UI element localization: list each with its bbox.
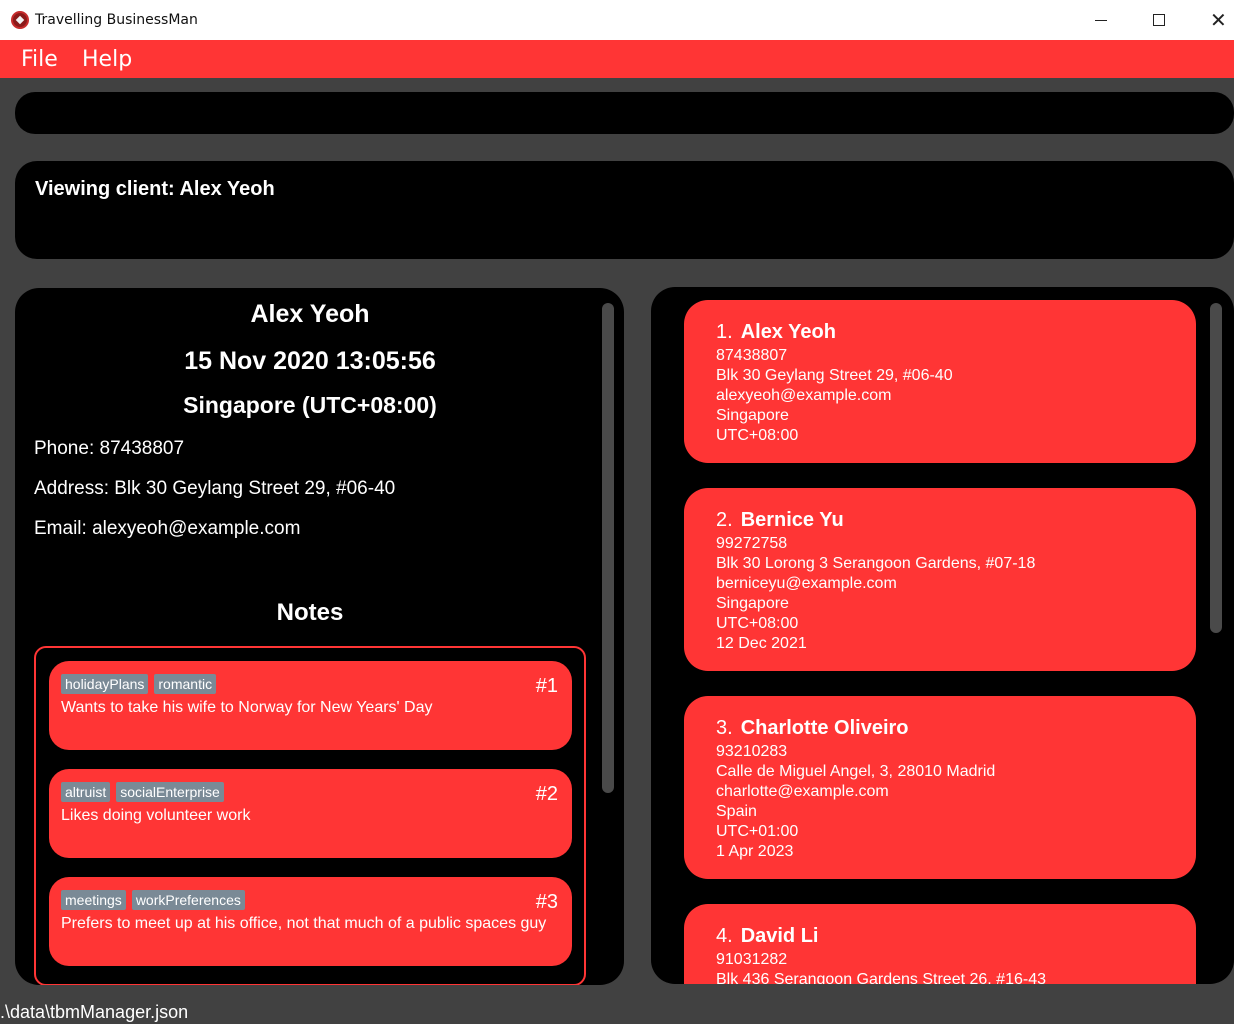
maximize-button[interactable] [1130,0,1188,40]
note-number: #3 [535,891,558,913]
menu-bar: File Help [0,40,1234,78]
window-title: Travelling BusinessMan [35,12,198,28]
detail-phone: Phone: 87438807 [34,438,185,459]
note-tag: workPreferences [131,890,245,910]
client-email: alexyeoh@example.com [716,387,892,404]
note-number: #1 [535,675,558,697]
close-icon: ✕ [1210,8,1227,32]
client-list-panel: 1. Alex Yeoh 87438807 Blk 30 Geylang Stre… [651,287,1234,984]
detail-client-name: Alex Yeoh [250,300,370,328]
client-name: Bernice Yu [740,509,844,531]
client-name: David Li [740,925,819,947]
detail-address: Address: Blk 30 Geylang Street 29, #06-4… [34,478,396,499]
note-text: Likes doing volunteer work [61,807,251,824]
client-phone: 91031282 [716,951,788,968]
note-text: Wants to take his wife to Norway for New… [61,699,433,716]
client-address: Blk 436 Serangoon Gardens Street 26, #16… [716,971,1046,984]
client-list-scrollbar[interactable] [1210,303,1222,633]
note-text: Prefers to meet up at his office, not th… [61,915,547,932]
command-input[interactable] [15,92,1234,134]
client-date: 12 Dec 2021 [716,635,807,652]
client-name: Charlotte Oliveiro [740,717,909,739]
client-card[interactable]: 2. Bernice Yu 99272758 Blk 30 Lorong 3 Se… [684,488,1196,671]
client-timezone: UTC+08:00 [716,615,799,632]
client-index: 4. [716,925,733,947]
client-name: Alex Yeoh [740,321,836,343]
client-index: 1. [716,321,733,343]
minimize-button[interactable] [1072,0,1130,40]
note-card[interactable]: holidayPlans romantic #1 Wants to take hi… [49,661,572,750]
result-message: Viewing client: Alex Yeoh [35,178,275,200]
note-tag: meetings [61,890,126,910]
detail-email: Email: alexyeoh@example.com [34,518,301,539]
menu-file[interactable]: File [21,47,58,72]
client-country: Singapore [716,407,789,424]
note-card[interactable]: altruist socialEnterprise #2 Likes doing … [49,769,572,858]
client-address: Blk 30 Lorong 3 Serangoon Gardens, #07-1… [716,555,1036,572]
note-card[interactable]: meetings workPreferences #3 Prefers to me… [49,877,572,966]
close-window-button[interactable]: ✕ [1188,0,1234,40]
notes-heading: Notes [276,599,344,626]
client-email: charlotte@example.com [716,783,889,800]
client-index: 2. [716,509,733,531]
client-timezone: UTC+08:00 [716,427,799,444]
client-card[interactable]: 4. David Li 91031282 Blk 436 Serangoon Ga… [684,904,1196,984]
menu-help[interactable]: Help [82,47,132,72]
client-card[interactable]: 3. Charlotte Oliveiro 93210283 Calle de M… [684,696,1196,879]
client-address: Calle de Miguel Angel, 3, 28010 Madrid [716,763,996,780]
note-tag: holidayPlans [61,674,149,694]
notes-list: holidayPlans romantic #1 Wants to take hi… [34,646,586,985]
client-country: Spain [716,803,757,820]
app-logo-icon [11,11,29,29]
result-display: Viewing client: Alex Yeoh [15,161,1234,259]
note-tag: romantic [154,674,217,694]
client-phone: 93210283 [716,743,788,760]
client-email: berniceyu@example.com [716,575,897,592]
client-detail-panel: Alex Yeoh 15 Nov 2020 13:05:56 Singapore… [15,288,624,985]
note-tag: socialEnterprise [116,782,224,802]
window-title-bar: Travelling BusinessMan ✕ [0,0,1234,40]
detail-scrollbar[interactable] [602,303,614,793]
command-box [15,92,1234,134]
client-phone: 87438807 [716,347,788,364]
client-phone: 99272758 [716,535,788,552]
client-date: 1 Apr 2023 [716,843,794,860]
client-card[interactable]: 1. Alex Yeoh 87438807 Blk 30 Geylang Stre… [684,300,1196,463]
client-timezone: UTC+01:00 [716,823,799,840]
detail-timezone: Singapore (UTC+08:00) [183,392,437,418]
client-country: Singapore [716,595,789,612]
client-index: 3. [716,717,733,739]
client-address: Blk 30 Geylang Street 29, #06-40 [716,367,953,384]
detail-local-datetime: 15 Nov 2020 13:05:56 [184,347,436,375]
note-number: #2 [535,783,558,805]
note-tag: altruist [61,782,111,802]
status-bar-path: .\data\tbmManager.json [0,1002,189,1022]
